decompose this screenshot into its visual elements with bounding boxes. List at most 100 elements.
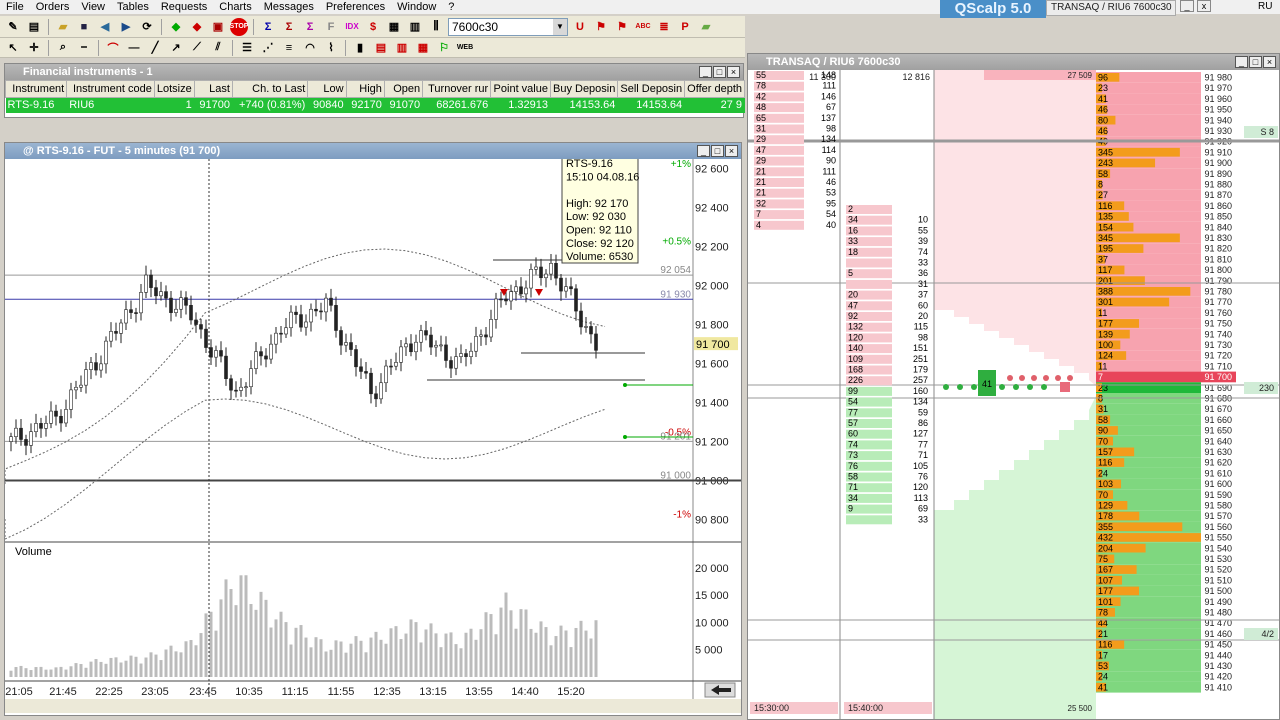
sell-icon[interactable]: ◆ — [188, 18, 206, 36]
menu-item-window[interactable]: Window — [391, 0, 442, 14]
chart-toolbar-icon[interactable]: ▥ — [406, 18, 424, 36]
forward-icon[interactable]: ▶ — [117, 18, 135, 36]
menu-item-charts[interactable]: Charts — [213, 0, 257, 14]
maximize-icon[interactable]: □ — [713, 66, 726, 78]
column-header[interactable]: Turnover rur — [422, 80, 492, 98]
save-icon[interactable]: ■ — [75, 18, 93, 36]
column-header[interactable]: Buy Deposin — [549, 80, 619, 98]
cancel-order-icon[interactable]: ▣ — [209, 18, 227, 36]
arc-fib-icon[interactable]: ◠ — [301, 39, 319, 57]
table-icon[interactable]: ▦ — [385, 18, 403, 36]
column-header[interactable]: Sell Deposin — [617, 80, 686, 98]
arc-icon[interactable]: ⌒ — [104, 39, 122, 57]
user-icon[interactable]: U — [571, 18, 589, 36]
template-icon[interactable]: WEB — [456, 39, 474, 57]
minimize-icon[interactable]: _ — [1235, 56, 1248, 68]
alert-icon[interactable]: ⚑ — [592, 18, 610, 36]
column-header[interactable]: Last — [193, 80, 233, 98]
index-icon[interactable]: IDX — [343, 18, 361, 36]
menu-item-requests[interactable]: Requests — [155, 0, 213, 14]
lines-icon[interactable]: ≣ — [655, 18, 673, 36]
menu-item-orders[interactable]: Orders — [30, 0, 76, 14]
open-icon[interactable]: ▰ — [54, 18, 72, 36]
trend-icon[interactable]: ⟋ — [188, 39, 206, 57]
buy-icon[interactable]: ◆ — [167, 18, 185, 36]
column-header[interactable]: Ch. to Last — [231, 80, 309, 98]
stop-icon[interactable]: STOP — [230, 17, 248, 36]
column-header[interactable]: Instrument code — [66, 80, 155, 98]
column-header[interactable]: Lotsize — [153, 80, 195, 98]
abc-icon[interactable]: ABC — [634, 18, 652, 36]
sigma-multi-icon[interactable]: Σ — [301, 18, 319, 36]
language-indicator[interactable]: RU — [1258, 1, 1272, 12]
new-icon[interactable]: ✎ — [4, 18, 22, 36]
print-icon[interactable]: ▤ — [25, 18, 43, 36]
pointer-icon[interactable]: ↖ — [4, 39, 22, 57]
channel-icon[interactable]: ⫽ — [209, 39, 227, 57]
menu-item-preferences[interactable]: Preferences — [320, 0, 391, 14]
close-icon[interactable]: × — [1263, 56, 1276, 68]
trade-count: 73 — [848, 450, 858, 460]
fan-icon[interactable]: ⋰ — [259, 39, 277, 57]
column-header[interactable]: Offer depth — [684, 80, 745, 98]
minimize-icon[interactable]: _ — [697, 145, 710, 157]
crosshair-icon[interactable]: ✛ — [25, 39, 43, 57]
ruler-icon[interactable]: ⎯ — [75, 39, 93, 57]
levels-icon[interactable]: ≡ — [280, 39, 298, 57]
indicator-icon[interactable]: ▤ — [372, 39, 390, 57]
sigma-icon[interactable]: Σ — [259, 18, 277, 36]
volume-bar — [404, 633, 408, 677]
fib-icon[interactable]: ☰ — [238, 39, 256, 57]
maximize-icon[interactable]: □ — [1249, 56, 1262, 68]
indicator2-icon[interactable]: ▥ — [393, 39, 411, 57]
menu-item-messages[interactable]: Messages — [258, 0, 320, 14]
close-icon[interactable]: × — [727, 66, 740, 78]
close-icon[interactable]: × — [725, 145, 738, 157]
dom-title-bar[interactable]: TRANSAQ / RIU6 7600c30 _ □ × — [748, 54, 1279, 70]
financial-instruments-title[interactable]: Financial instruments - 1 _ □ × — [5, 64, 743, 80]
zoom-icon[interactable]: ⌕ — [54, 39, 72, 57]
sigma-red-icon[interactable]: Σ — [280, 18, 298, 36]
flag-icon[interactable]: ⚐ — [435, 39, 453, 57]
close-icon[interactable]: x — [1197, 0, 1211, 12]
minimize-icon[interactable]: _ — [1180, 0, 1194, 12]
chevron-down-icon[interactable]: ▼ — [553, 18, 567, 35]
line-icon[interactable]: ╱ — [146, 39, 164, 57]
instrument-combo[interactable]: 7600c30 ▼ — [448, 17, 568, 36]
menu-item-help[interactable]: ? — [442, 0, 460, 14]
ray-icon[interactable]: ↗ — [167, 39, 185, 57]
candle-body — [534, 266, 538, 270]
table-row[interactable]: RTS-9.16 RIU6 1 91700 +740 (0.81%) 90840 92170… — [5, 97, 745, 113]
quotes-icon[interactable]: $ — [364, 18, 382, 36]
font-icon[interactable]: F — [322, 18, 340, 36]
maximize-icon[interactable]: □ — [711, 145, 724, 157]
chart-title-bar[interactable]: @ RTS-9.16 - FUT - 5 minutes (91 700) _ … — [5, 143, 741, 159]
trade-bar — [754, 220, 804, 230]
order-book[interactable]: 11 300 12 816 27 509 96 91 98023 91 97041 91 9… — [748, 70, 1280, 720]
portfolio-icon[interactable]: P — [676, 18, 694, 36]
column-header[interactable]: Point value — [490, 80, 551, 98]
bar-chart-icon[interactable]: ▮ — [351, 39, 369, 57]
price-chart[interactable]: 92 600 92 400 92 200 92 000 91 800 91 600 91 4… — [5, 159, 741, 715]
indicator3-icon[interactable]: ▦ — [414, 39, 432, 57]
column-header[interactable]: Instrument — [4, 80, 68, 98]
cycle-icon[interactable]: ⌇ — [322, 39, 340, 57]
column-header[interactable]: Open — [383, 80, 424, 98]
column-header[interactable]: High — [345, 80, 385, 98]
top-window-tab[interactable]: TRANSAQ / RIU6 7600c30 — [1046, 0, 1176, 16]
trade-dot — [1043, 375, 1049, 381]
back-icon[interactable]: ◀ — [96, 18, 114, 36]
trade-volume: 67 — [826, 102, 836, 112]
alert2-icon[interactable]: ⚑ — [613, 18, 631, 36]
refresh-icon[interactable]: ⟳ — [138, 18, 156, 36]
menu-item-view[interactable]: View — [75, 0, 111, 14]
volume-tick-label: 15 000 — [695, 590, 729, 602]
column-header[interactable]: Low — [307, 80, 347, 98]
briefcase-icon[interactable]: ▰ — [697, 18, 715, 36]
menu-item-file[interactable]: File — [0, 0, 30, 14]
menu-item-tables[interactable]: Tables — [111, 0, 155, 14]
hline-icon[interactable]: — — [125, 39, 143, 57]
minimize-icon[interactable]: _ — [699, 66, 712, 78]
candle-body — [514, 286, 518, 292]
candles-icon[interactable]: ⫼ — [427, 18, 445, 36]
